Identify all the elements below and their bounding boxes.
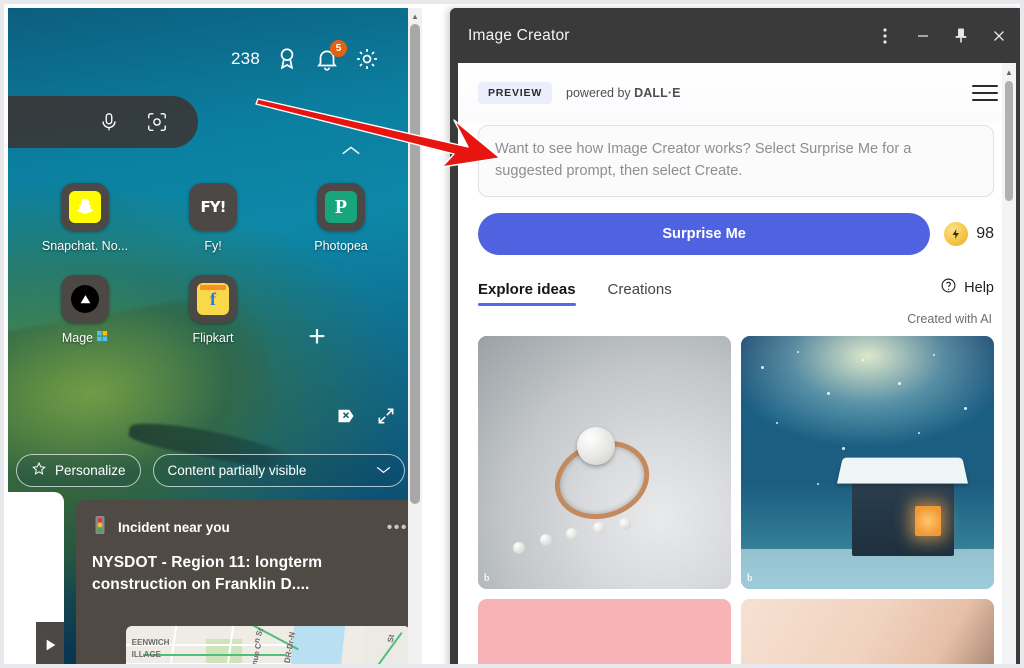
- powered-by-label: powered by DALL·E: [566, 86, 681, 100]
- scroll-up-arrow-icon[interactable]: ▲: [1002, 65, 1016, 79]
- close-icon[interactable]: [980, 17, 1018, 55]
- app-item-flipkart[interactable]: f Flipkart: [154, 275, 272, 345]
- photopea-icon: P: [317, 183, 365, 231]
- pin-icon[interactable]: [942, 17, 980, 55]
- mage-icon: [61, 275, 109, 323]
- plus-icon: +: [308, 320, 326, 353]
- tab-explore-ideas[interactable]: Explore ideas: [478, 281, 576, 306]
- bell-icon[interactable]: 5: [314, 40, 347, 72]
- dalle-brand: DALL·E: [634, 86, 681, 100]
- widgets-scrollbar[interactable]: ▲: [408, 8, 422, 664]
- image-creator-scrollbar[interactable]: ▲: [1002, 63, 1016, 664]
- microphone-icon[interactable]: [98, 111, 120, 133]
- window-title: Image Creator: [468, 26, 570, 44]
- edit-tag-icon[interactable]: [336, 406, 356, 431]
- ellipsis-icon[interactable]: •••: [387, 519, 408, 537]
- news-card-header: Incident near you •••: [92, 516, 408, 539]
- snowy-cabin-image[interactable]: b: [741, 336, 994, 589]
- boost-count: 98: [976, 225, 994, 242]
- app-label: Snapchat. No...: [41, 239, 129, 253]
- prompt-action-row: Surprise Me 98: [478, 213, 994, 255]
- add-app-button[interactable]: +: [258, 313, 376, 361]
- map-label: EENWICH: [131, 638, 170, 647]
- eye-closeup-image[interactable]: [741, 599, 994, 664]
- content-visibility-label: Content partially visible: [167, 463, 307, 478]
- app-label: Fy!: [204, 239, 222, 253]
- news-source-label: Incident near you: [118, 520, 230, 535]
- boost-counter[interactable]: 98: [944, 222, 994, 246]
- image-creator-content: PREVIEW powered by DALL·E Want to see ho…: [458, 63, 1016, 664]
- image-gallery: b b: [478, 336, 994, 664]
- search-bar[interactable]: [8, 96, 198, 148]
- snapchat-icon: [61, 183, 109, 231]
- app-label: Photopea: [314, 239, 368, 253]
- windows-store-badge-icon: [97, 331, 108, 345]
- window-titlebar[interactable]: Image Creator: [450, 8, 1020, 63]
- notifications-badge: 5: [330, 40, 347, 57]
- preview-badge: PREVIEW: [478, 82, 553, 104]
- cabin-shape: [852, 480, 954, 557]
- fy-icon: FY!: [189, 183, 237, 231]
- boost-lightning-icon: [944, 222, 969, 246]
- minimize-icon[interactable]: [904, 17, 942, 55]
- pearl-ring-image[interactable]: b: [478, 336, 731, 589]
- scroll-up-arrow-icon[interactable]: ▲: [408, 9, 422, 23]
- pink-book-image[interactable]: [478, 599, 731, 664]
- map-label: n St: [251, 626, 266, 644]
- personalize-button[interactable]: Personalize: [16, 454, 141, 487]
- news-widget-card[interactable]: Incident near you ••• NYSDOT - Region 11…: [76, 500, 422, 664]
- medal-icon[interactable]: [274, 46, 300, 72]
- app-item-mage[interactable]: Mage: [26, 275, 144, 345]
- scrollbar-thumb[interactable]: [410, 24, 420, 504]
- help-label: Help: [964, 279, 994, 296]
- creator-tabs: Explore ideas Creations Help: [478, 277, 994, 306]
- play-icon[interactable]: [36, 622, 64, 664]
- camera-lens-icon[interactable]: [146, 111, 168, 133]
- question-circle-icon: [940, 277, 957, 298]
- tab-creations[interactable]: Creations: [608, 281, 672, 306]
- prompt-input[interactable]: Want to see how Image Creator works? Sel…: [478, 125, 994, 197]
- board-pill-row: Personalize Content partially visible: [16, 454, 405, 487]
- flipkart-icon: f: [189, 275, 237, 323]
- created-with-ai-label: Created with AI: [907, 312, 992, 326]
- content-visibility-select[interactable]: Content partially visible: [152, 454, 405, 487]
- pearls-decor: [513, 518, 660, 556]
- app-label: Flipkart: [192, 331, 234, 345]
- gear-icon[interactable]: [354, 46, 380, 72]
- app-item-fy[interactable]: FY! Fy!: [154, 183, 272, 253]
- personalize-label: Personalize: [55, 463, 126, 478]
- image-creator-window: Image Creator PREVIEW powered by DALL·E …: [450, 8, 1020, 664]
- chevron-up-icon[interactable]: [340, 144, 362, 163]
- traffic-light-icon: [92, 516, 108, 539]
- star-pencil-icon: [31, 461, 47, 480]
- board-action-icons: [336, 406, 396, 431]
- image-creator-header: PREVIEW powered by DALL·E: [458, 63, 1016, 123]
- help-link[interactable]: Help: [940, 277, 994, 306]
- screenshot-root: 238 5 Snapchat. No... FY! Fy! P Photopea…: [0, 0, 1024, 668]
- app-item-photopea[interactable]: P Photopea: [282, 183, 400, 253]
- expand-diagonal-icon[interactable]: [376, 406, 396, 431]
- news-map-thumbnail[interactable]: EENWICH ILLAGE DR-Dr-N venue C n St St ◀…: [126, 626, 410, 664]
- widgets-status-row: 238 5: [231, 40, 380, 72]
- news-headline: NYSDOT - Region 11: longterm constructio…: [92, 554, 323, 593]
- windows-widgets-panel: 238 5 Snapchat. No... FY! Fy! P Photopea…: [8, 8, 422, 664]
- watermark: b: [484, 573, 490, 584]
- vertical-ellipsis-icon[interactable]: [866, 17, 904, 55]
- app-label: Mage: [62, 331, 108, 345]
- scrollbar-thumb[interactable]: [1005, 81, 1013, 201]
- watermark: b: [747, 573, 753, 584]
- surprise-me-button[interactable]: Surprise Me: [478, 213, 931, 255]
- rewards-points-count: 238: [231, 49, 260, 68]
- app-item-snapchat[interactable]: Snapchat. No...: [26, 183, 144, 253]
- hamburger-menu-icon[interactable]: [972, 85, 998, 101]
- chevron-down-icon: [375, 463, 392, 478]
- map-label: ILLAGE: [131, 650, 162, 659]
